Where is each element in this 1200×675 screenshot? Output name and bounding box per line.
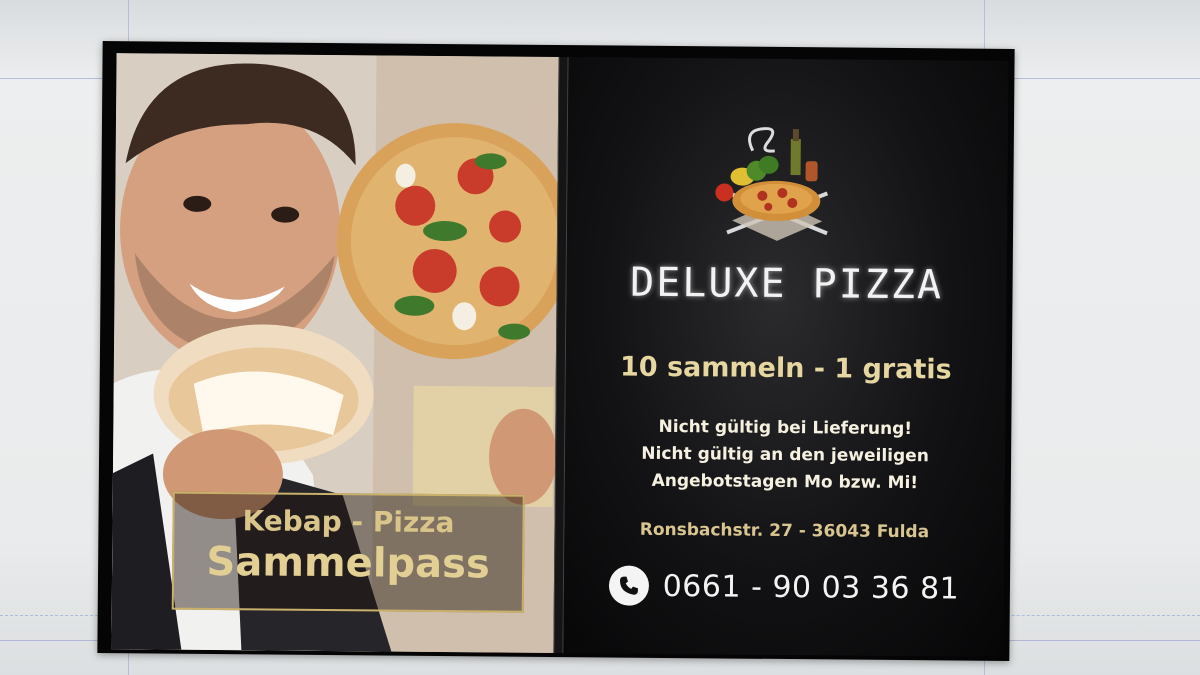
phone-icon — [608, 565, 649, 606]
phone-row: 0661 - 90 03 36 81 — [594, 563, 974, 610]
conditions-text: Nicht gültig bei Lieferung! Nicht gültig… — [565, 413, 1006, 498]
promo-title-line2: Sammelpass — [206, 538, 490, 588]
phone-number: 0661 - 90 03 36 81 — [662, 568, 960, 607]
condition-line: Nicht gültig bei Lieferung! — [658, 416, 913, 440]
brand-name: DELUXE PIZZA — [629, 259, 944, 309]
sammelpass-box: Kebap - Pizza Sammelpass — [171, 491, 525, 613]
promo-photo: Kebap - Pizza Sammelpass — [111, 53, 561, 654]
shop-address: Ronsbachstr. 27 - 36043 Fulda — [639, 519, 930, 543]
info-panel: DELUXE PIZZA 10 sammeln - 1 gratis Nicht… — [563, 57, 1009, 657]
loyalty-offer: 10 sammeln - 1 gratis — [619, 351, 952, 386]
condition-line: Nicht gültig an den jeweiligen — [641, 443, 929, 467]
loyalty-card: Kebap - Pizza Sammelpass DELUXE PIZZA 10… — [97, 41, 1015, 661]
condition-line: Angebotstagen Mo bzw. Mi! — [651, 470, 919, 494]
promo-title-line1: Kebap - Pizza — [242, 504, 455, 540]
pizza-logo-icon — [715, 127, 829, 241]
